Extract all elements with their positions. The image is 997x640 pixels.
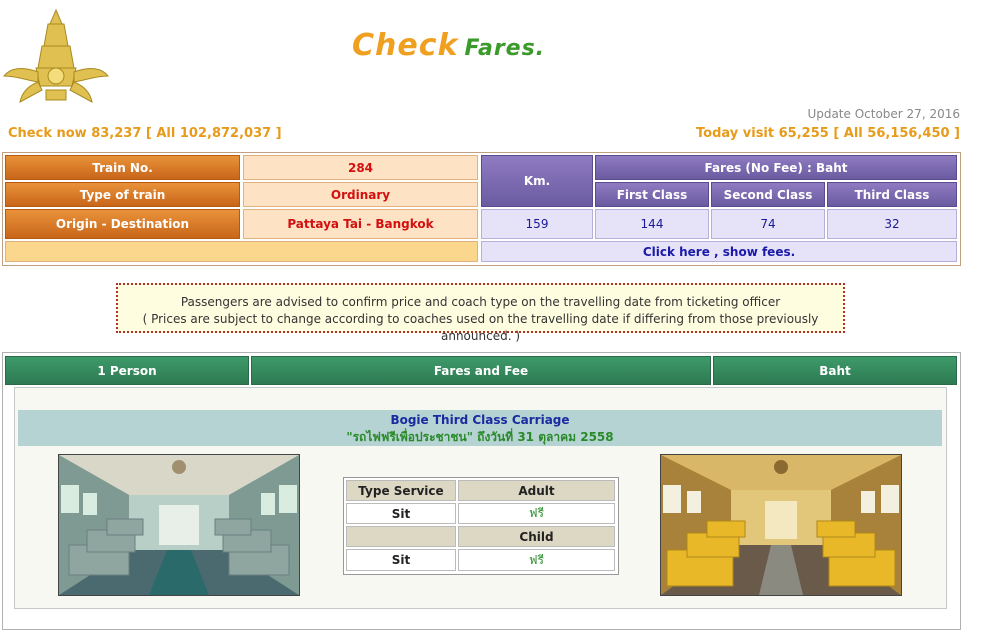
check-now-counter: Check now 83,237 [ All 102,872,037 ] [8,126,282,141]
train-type-value: Ordinary [243,182,478,207]
adult-fare-free: ฟรี [458,503,615,524]
show-fees-link[interactable]: Click here , show fees. [481,241,957,262]
third-class-label: Third Class [827,182,957,207]
notice-line-2: ( Prices are subject to change according… [142,312,819,343]
service-table: Type Service Adult Sit ฟรี Child Sit ฟรี [343,477,619,575]
col-baht: Baht [713,356,957,385]
child-sit-label: Sit [346,549,456,571]
notice-line-1: Passengers are advised to confirm price … [180,295,781,309]
second-class-fare: 74 [711,209,825,239]
first-class-fare: 144 [595,209,709,239]
child-header: Child [458,526,615,547]
state-railway-logo [2,6,110,106]
third-class-fare: 32 [827,209,957,239]
carriage-title: Bogie Third Class Carriage [390,413,570,427]
train-info-table: Train No. 284 Type of train Ordinary Ori… [2,152,961,266]
type-service-header: Type Service [346,480,456,501]
train-type-label: Type of train [5,182,240,207]
carriage-photo-left [58,454,300,596]
fares-header: Fares (No Fee) : Baht [595,155,957,180]
km-value: 159 [481,209,593,239]
col-fares-fee: Fares and Fee [251,356,711,385]
today-visit-counter: Today visit 65,255 [ All 56,156,450 ] [696,126,960,141]
title-fares: Fares. [464,36,546,61]
route-value: Pattaya Tai - Bangkok [243,209,478,239]
second-class-label: Second Class [711,182,825,207]
route-label: Origin - Destination [5,209,240,239]
page-title: Check Fares. [352,28,545,63]
carriage-heading: Bogie Third Class Carriage "รถไฟฟรีเพื่อ… [18,410,942,446]
carriage-photo-right [660,454,902,596]
train-no-value: 284 [243,155,478,180]
km-label: Km. [481,155,593,207]
update-date: Update October 27, 2016 [807,107,960,121]
first-class-label: First Class [595,182,709,207]
info-footer-bar [5,241,478,262]
adult-sit-label: Sit [346,503,456,524]
carriage-note: "รถไฟฟรีเพื่อประชาชน" ถึงวันที่ 31 ตุลาค… [346,430,614,444]
adult-header: Adult [458,480,615,501]
child-blank-cell [346,526,456,547]
child-fare-free: ฟรี [458,549,615,571]
train-no-label: Train No. [5,155,240,180]
title-check: Check [352,28,459,63]
notice-box: Passengers are advised to confirm price … [116,283,845,343]
col-person: 1 Person [5,356,249,385]
